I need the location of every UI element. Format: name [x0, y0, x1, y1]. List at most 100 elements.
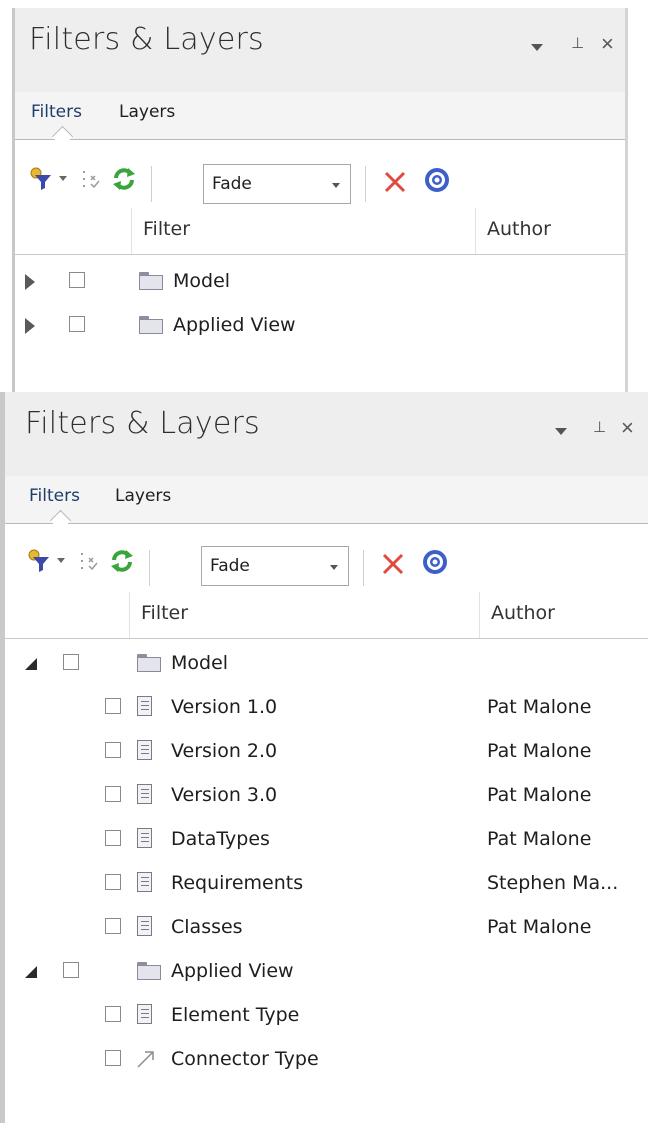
help-icon[interactable] [423, 166, 451, 194]
filter-add-icon[interactable] [27, 548, 53, 574]
close-icon[interactable]: × [621, 415, 634, 441]
tree-row-label: DataTypes [171, 828, 270, 850]
dropdown-arrow-icon[interactable] [57, 558, 65, 563]
active-tab-indicator [49, 509, 72, 532]
tab-layers[interactable]: Layers [115, 486, 171, 506]
tab-filters[interactable]: Filters [29, 486, 80, 506]
filter-mode-value: Fade [212, 174, 252, 194]
column-header-author[interactable]: Author [491, 602, 555, 624]
tree-row-filter[interactable]: Requirements Stephen Ma... [5, 862, 648, 906]
folder-icon [137, 654, 163, 672]
collapse-icon[interactable] [25, 966, 37, 978]
tree-row-label: Applied View [171, 960, 294, 982]
pin-icon[interactable]: ⊥ [593, 418, 606, 436]
row-checkbox[interactable] [69, 316, 85, 332]
toolbar: Fade [15, 148, 625, 204]
expand-icon[interactable] [25, 318, 35, 334]
panel-options-icon[interactable] [555, 428, 567, 435]
tab-filters[interactable]: Filters [31, 102, 82, 122]
active-tab-indicator [51, 125, 74, 148]
tab-strip: Filters Layers [5, 476, 648, 532]
row-checkbox[interactable] [105, 874, 121, 890]
tree-row-author: Pat Malone [487, 740, 592, 762]
row-checkbox[interactable] [105, 918, 121, 934]
tree-row-label: Element Type [171, 1004, 300, 1026]
tree-row-author: Stephen Ma... [487, 872, 619, 894]
checklist-icon[interactable] [79, 550, 101, 574]
tree-row-label: Requirements [171, 872, 304, 894]
column-header-filter[interactable]: Filter [141, 602, 188, 624]
filters-layers-panel-collapsed: Filters & Layers ⊥ × Filters Layers Fade… [12, 8, 628, 392]
folder-icon [137, 962, 163, 980]
tree-row-model[interactable]: Model [15, 260, 625, 304]
tree-row-filter[interactable]: Classes Pat Malone [5, 906, 648, 950]
tree-row-label: Version 2.0 [171, 740, 278, 762]
toolbar-separator [149, 550, 150, 586]
tree-row-filter[interactable]: Version 1.0 Pat Malone [5, 686, 648, 730]
chevron-down-icon [330, 565, 338, 570]
row-checkbox[interactable] [105, 1006, 121, 1022]
tree-row-filter[interactable]: Version 3.0 Pat Malone [5, 774, 648, 818]
row-checkbox[interactable] [63, 962, 79, 978]
row-checkbox[interactable] [63, 654, 79, 670]
checklist-icon[interactable] [81, 168, 103, 192]
filter-add-icon[interactable] [29, 166, 55, 192]
refresh-icon[interactable] [109, 548, 135, 574]
delete-icon[interactable] [383, 170, 407, 194]
panel-options-icon[interactable] [531, 44, 543, 51]
row-checkbox[interactable] [105, 1050, 121, 1066]
panel-titlebar: Filters & Layers ⊥ × [15, 8, 625, 92]
filters-layers-panel-expanded: Filters & Layers ⊥ × Filters Layers Fade… [0, 392, 648, 1123]
panel-titlebar: Filters & Layers ⊥ × [5, 392, 648, 476]
filter-mode-select[interactable]: Fade [201, 546, 349, 586]
folder-icon [139, 316, 165, 334]
column-header: Filter Author [5, 592, 648, 639]
collapse-icon[interactable] [25, 658, 37, 670]
tree-row-author: Pat Malone [487, 784, 592, 806]
refresh-icon[interactable] [111, 166, 137, 192]
toolbar-separator [151, 166, 152, 202]
document-icon [137, 784, 152, 804]
tree-row-label: Classes [171, 916, 243, 938]
panel-title: Filters & Layers [25, 406, 260, 441]
column-header: Filter Author [15, 208, 625, 255]
tree-row-label: Model [173, 270, 231, 292]
tab-divider [15, 139, 625, 140]
row-checkbox[interactable] [105, 786, 121, 802]
row-checkbox[interactable] [69, 272, 85, 288]
delete-icon[interactable] [381, 552, 405, 576]
tree-row-filter[interactable]: DataTypes Pat Malone [5, 818, 648, 862]
tree-row-filter[interactable]: Element Type [5, 994, 648, 1038]
tree-row-model[interactable]: Model [5, 642, 648, 686]
tab-strip: Filters Layers [15, 92, 625, 148]
row-checkbox[interactable] [105, 830, 121, 846]
tab-layers[interactable]: Layers [119, 102, 175, 122]
column-header-author[interactable]: Author [487, 218, 551, 240]
tree-row-label: Connector Type [171, 1048, 319, 1070]
tree-row-applied-view[interactable]: Applied View [5, 950, 648, 994]
row-checkbox[interactable] [105, 698, 121, 714]
filter-mode-select[interactable]: Fade [203, 164, 351, 204]
tree-row-filter[interactable]: Connector Type [5, 1038, 648, 1082]
document-icon [137, 872, 152, 892]
filter-mode-value: Fade [210, 556, 250, 576]
tree-row-filter[interactable]: Version 2.0 Pat Malone [5, 730, 648, 774]
tree-row-author: Pat Malone [487, 696, 592, 718]
tree-row-applied-view[interactable]: Applied View [15, 304, 625, 348]
column-divider [129, 592, 130, 638]
document-icon [137, 696, 152, 716]
tree-row-author: Pat Malone [487, 828, 592, 850]
column-divider [479, 592, 480, 638]
toolbar-separator [363, 550, 364, 586]
help-icon[interactable] [421, 548, 449, 576]
row-checkbox[interactable] [105, 742, 121, 758]
tree-row-label: Version 3.0 [171, 784, 278, 806]
column-divider [475, 208, 476, 254]
connector-icon [137, 1051, 154, 1068]
pin-icon[interactable]: ⊥ [571, 34, 584, 52]
close-icon[interactable]: × [601, 31, 614, 57]
column-header-filter[interactable]: Filter [143, 218, 190, 240]
dropdown-arrow-icon[interactable] [59, 176, 67, 181]
expand-icon[interactable] [25, 274, 35, 290]
document-icon [137, 916, 152, 936]
